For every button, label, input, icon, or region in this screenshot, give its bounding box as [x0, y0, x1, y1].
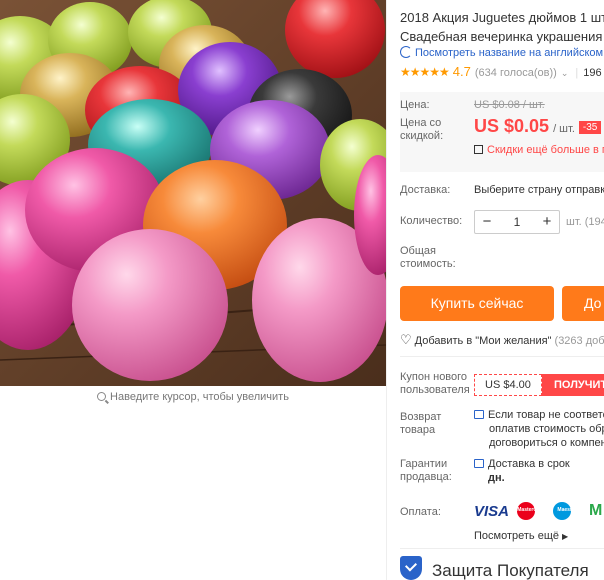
returns-label: Возврат товара — [400, 411, 441, 437]
coupon-value: US $4.00 — [474, 374, 542, 396]
shipping-country-select[interactable]: Выберите страну отправки — [474, 184, 604, 196]
shipping-label: Доставка: — [400, 184, 451, 196]
see-more-payments-link[interactable]: Посмотреть ещё ▶ — [474, 530, 568, 542]
quantity-minus-button[interactable]: − — [475, 211, 499, 233]
orders-count: 196 — [583, 67, 602, 79]
payment-logo-m: M — [589, 502, 603, 519]
divider — [386, 0, 387, 580]
new-user-coupon-label-line1: Купон нового — [400, 371, 468, 383]
returns-label-line2: товара — [400, 424, 436, 436]
delivery-days: дн. — [488, 472, 505, 484]
zoom-hint: Наведите курсор, чтобы увеличить — [0, 388, 386, 406]
wishlist-text: Добавить в "Мои желания" — [414, 335, 552, 347]
mastercard-logo: MasterCard — [517, 502, 545, 520]
product-info-panel: 2018 Акция Juguetes дюймов 1 шт Свадебна… — [400, 0, 604, 580]
seller-guarantee-label-line2: продавца: — [400, 471, 452, 483]
new-user-coupon-label-line2: пользователя — [400, 384, 470, 396]
stock-count: шт. (194 — [566, 216, 604, 228]
add-to-cart-button[interactable]: До — [562, 286, 604, 321]
discount-price-label-line2: скидкой: — [400, 130, 444, 142]
price-unit: / шт. — [553, 123, 575, 135]
product-title-line1: 2018 Акция Juguetes дюймов 1 шт — [400, 10, 604, 25]
rating-row: ★★★★★ 4.7 (634 голоса(ов)) ⌄ | 196 — [400, 64, 602, 79]
heart-icon: ♡ — [400, 332, 412, 347]
rating-votes-link[interactable]: (634 голоса(ов)) — [475, 67, 557, 79]
quantity-label: Количество: — [400, 215, 463, 227]
get-coupon-button[interactable]: ПОЛУЧИТЕ — [542, 374, 604, 396]
chevron-down-icon[interactable]: ⌄ — [561, 68, 569, 78]
returns-line1: Если товар не соответст — [488, 409, 604, 421]
translate-title-link[interactable]: Посмотреть название на английском — [400, 46, 603, 59]
divider — [400, 548, 604, 549]
discount-price: US $0.05/ шт. -35 — [474, 116, 602, 137]
shield-icon — [400, 556, 422, 580]
payment-label: Оплата: — [400, 506, 441, 518]
buy-now-button[interactable]: Купить сейчас — [400, 286, 554, 321]
translate-link-text: Посмотреть название на английском — [415, 47, 604, 59]
rating-separator: | — [575, 67, 579, 79]
discount-price-amount: US $0.05 — [474, 116, 550, 136]
add-to-wishlist-link[interactable]: ♡ Добавить в "Мои желания" (3263 доб — [400, 332, 604, 348]
old-price: US $0.08 / шт. — [474, 99, 545, 111]
price-label: Цена: — [400, 99, 430, 111]
returns-label-line1: Возврат — [400, 411, 442, 423]
product-title: 2018 Акция Juguetes дюймов 1 шт Свадебна… — [400, 8, 604, 46]
more-discounts-link[interactable]: Скидки ещё больше в п — [474, 144, 604, 156]
wishlist-count: (3263 доб — [554, 335, 604, 347]
discount-badge: -35 — [578, 121, 602, 134]
total-label: Общая стоимость: — [400, 245, 456, 271]
buyer-protection: Защита Покупателя — [400, 556, 589, 580]
magnifier-icon — [97, 392, 107, 401]
quantity-stepper: − 1 + — [474, 210, 560, 234]
delivery-icon — [474, 459, 484, 468]
product-title-line2: Свадебная вечеринка украшения — [400, 29, 603, 44]
total-label-line1: Общая — [400, 245, 436, 257]
rating-score: 4.7 — [452, 64, 471, 79]
qr-code-icon — [474, 145, 483, 154]
quantity-input[interactable]: 1 — [499, 211, 535, 233]
rating-stars: ★★★★★ — [400, 65, 450, 79]
see-more-text: Посмотреть ещё — [474, 530, 559, 542]
discount-price-label-line1: Цена со — [400, 117, 442, 129]
discount-price-label: Цена со скидкой: — [400, 117, 443, 143]
mastercard-logo-text: MasterCard — [517, 507, 545, 513]
quantity-plus-button[interactable]: + — [535, 211, 559, 233]
product-image[interactable] — [0, 0, 386, 386]
returns-icon — [474, 410, 484, 419]
visa-logo: VISA — [474, 502, 510, 520]
on-time-delivery: Доставка в срок дн. — [474, 457, 570, 485]
returns-line2: оплатив стоимость обр — [489, 423, 604, 435]
payment-methods: VISA MasterCard Maestro M — [474, 502, 602, 520]
returns-line3: договориться о компен — [489, 437, 604, 449]
zoom-hint-text: Наведите курсор, чтобы увеличить — [110, 391, 289, 403]
divider — [400, 356, 604, 357]
balloons-photo — [0, 0, 386, 386]
maestro-logo: Maestro — [553, 502, 581, 520]
translate-icon — [400, 46, 412, 58]
seller-guarantee-label: Гарантии продавца: — [400, 458, 452, 484]
new-user-coupon-label: Купон нового пользователя — [400, 371, 470, 397]
on-time-delivery-text: Доставка в срок — [488, 458, 570, 470]
returns-policy: Если товар не соответст оплатив стоимост… — [474, 408, 604, 450]
total-label-line2: стоимость: — [400, 258, 456, 270]
maestro-logo-text: Maestro — [557, 507, 577, 513]
more-discounts-text: Скидки ещё больше в п — [487, 144, 604, 156]
caret-right-icon: ▶ — [561, 532, 569, 541]
buyer-protection-title: Защита Покупателя — [432, 561, 589, 580]
seller-guarantee-label-line1: Гарантии — [400, 458, 448, 470]
